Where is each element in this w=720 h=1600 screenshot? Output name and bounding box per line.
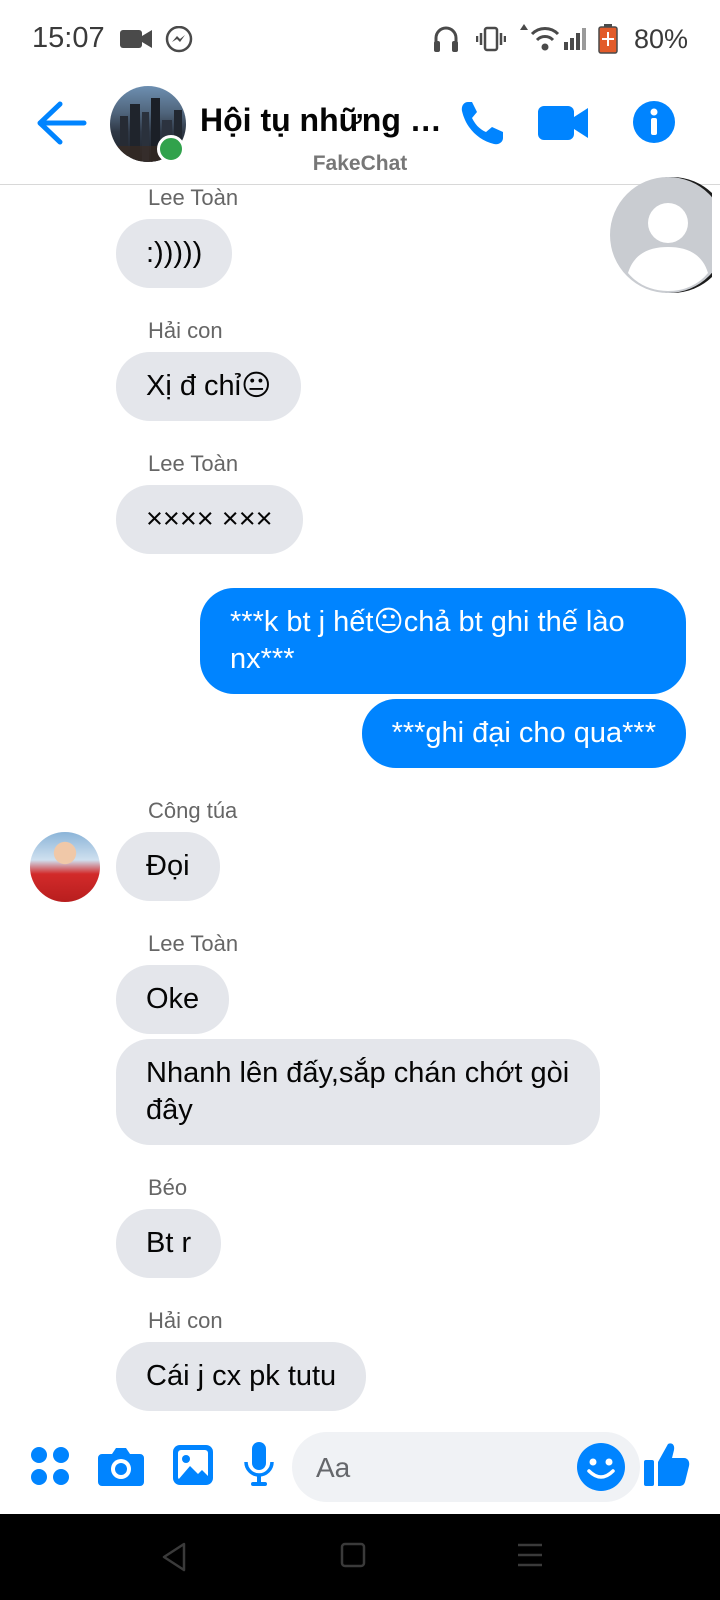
nav-home-icon[interactable] xyxy=(340,1542,366,1568)
wifi-icon xyxy=(520,24,560,51)
input-placeholder: Aa xyxy=(316,1452,351,1483)
message-bubble-incoming[interactable]: Xị đ chỉ😐 xyxy=(116,352,302,421)
sender-name: Lee Toàn xyxy=(148,185,239,210)
status-bar: 15:07 80% xyxy=(0,0,720,80)
microphone-icon[interactable] xyxy=(244,1442,274,1488)
sender-name: Hải con xyxy=(148,1308,223,1333)
message-bubble-incoming[interactable]: Nhanh lên đấy,sắp chán chớt gòi đây xyxy=(116,1039,600,1145)
message-bubble-incoming[interactable]: Cái j cx pk tutu xyxy=(116,1342,367,1411)
sender-name: Hải con xyxy=(148,318,223,343)
four-dots-icon[interactable] xyxy=(30,1446,70,1486)
sender-name: Lee Toàn xyxy=(148,451,239,476)
image-icon[interactable] xyxy=(172,1444,214,1486)
sender-name: Béo xyxy=(148,1175,188,1200)
back-arrow-icon[interactable] xyxy=(36,100,88,146)
battery-icon xyxy=(598,24,618,54)
thumbs-up-icon[interactable] xyxy=(644,1440,690,1488)
status-time: 15:07 xyxy=(32,22,105,54)
nav-back-icon[interactable] xyxy=(160,1542,188,1572)
message-bubble-outgoing[interactable]: ***k bt j hết😐chả bt ghi thế lào nx*** xyxy=(200,588,686,694)
message-bubble-incoming[interactable]: Đọi xyxy=(116,832,220,901)
sender-name: Lee Toàn xyxy=(148,931,239,956)
sender-name: Công túa xyxy=(148,798,238,823)
chat-subtitle: FakeChat xyxy=(312,152,408,175)
chat-header: Hội tụ những n... FakeChat xyxy=(0,80,720,185)
video-record-icon xyxy=(120,30,152,48)
vibrate-icon xyxy=(476,26,506,52)
phone-icon[interactable] xyxy=(458,98,506,148)
message-bubble-incoming[interactable]: Oke xyxy=(116,965,230,1034)
nav-menu-icon[interactable] xyxy=(516,1542,544,1568)
chat-title[interactable]: Hội tụ những n... xyxy=(200,102,450,139)
smiley-icon[interactable] xyxy=(576,1442,626,1492)
message-bubble-incoming[interactable]: :))))) xyxy=(116,219,233,288)
message-bubble-outgoing[interactable]: ***ghi đại cho qua*** xyxy=(361,699,686,768)
system-nav-bar xyxy=(0,1514,720,1600)
message-bubble-incoming[interactable]: ×××× ××× xyxy=(116,485,303,554)
message-input[interactable]: Aa xyxy=(292,1432,640,1502)
chat-head-bubble[interactable] xyxy=(608,175,712,295)
video-camera-icon[interactable] xyxy=(538,104,590,142)
headphones-icon xyxy=(434,26,458,52)
battery-level: 80% xyxy=(634,24,689,54)
message-bubble-incoming[interactable]: Bt r xyxy=(116,1209,222,1278)
camera-icon[interactable] xyxy=(98,1446,144,1486)
sender-avatar[interactable] xyxy=(30,832,100,902)
signal-icon xyxy=(564,28,586,50)
message-thread[interactable]: Lee Toàn :))))) Hải con Xị đ chỉ😐 Lee To… xyxy=(0,185,720,1418)
message-composer: Aa xyxy=(0,1418,720,1514)
messenger-icon xyxy=(165,26,193,53)
info-icon[interactable] xyxy=(632,100,676,144)
